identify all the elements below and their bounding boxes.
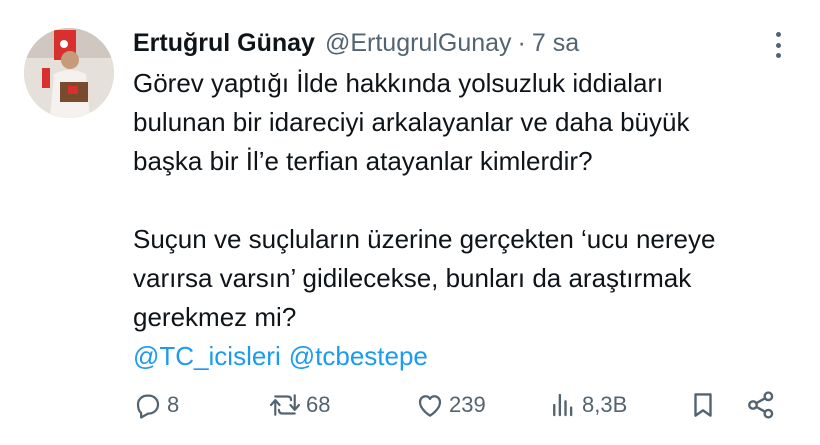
action-bar: 8 68 239 8,3B [133,385,793,425]
tweet-line: Suçun ve suçluların üzerine gerçekten ‘u… [133,224,716,254]
mention-link[interactable]: @TC_icisleri [133,341,281,371]
heart-icon [418,395,442,417]
avatar-photo [24,28,114,118]
tweet-line: Görev yaptığı İlde hakkında yolsuzluk id… [133,68,664,98]
tweet-line: gerekmez mi? [133,302,297,332]
tweet-line: başka bir İl’e terfian atayanlar kimlerd… [133,146,593,176]
avatar[interactable] [24,28,114,118]
tweet-header: Ertuğrul Günay @ErtugrulGunay · 7 sa [133,25,579,61]
views-button[interactable]: 8,3B [548,385,627,425]
author-handle[interactable]: @ErtugrulGunay [325,29,512,58]
separator-dot: · [517,28,526,57]
more-vertical-icon[interactable] [768,28,788,62]
mention-link[interactable]: @tcbestepe [289,341,428,371]
mentions: @TC_icisleri @tcbestepe [133,337,803,376]
tweet-line: varırsa varsın’ gidilecekse, bunları da … [133,263,692,293]
bookmark-button[interactable] [688,385,718,425]
share-button[interactable] [745,385,777,425]
reply-icon [136,394,160,419]
like-count: 239 [449,392,486,417]
tweet-time[interactable]: 7 sa [532,29,579,58]
retweet-count: 68 [306,392,331,417]
views-icon [553,393,573,417]
tweet-text: Görev yaptığı İlde hakkında yolsuzluk id… [133,64,803,376]
bookmark-icon [694,393,712,417]
author-name[interactable]: Ertuğrul Günay [133,29,315,58]
views-count: 8,3B [582,392,628,417]
tweet: Ertuğrul Günay @ErtugrulGunay · 7 sa Gör… [0,0,820,445]
like-button[interactable]: 239 [415,385,486,425]
reply-button[interactable]: 8 [133,385,179,425]
share-icon [748,391,774,419]
reply-count: 8 [167,392,180,417]
retweet-icon [269,394,301,416]
retweet-button[interactable]: 68 [268,385,330,425]
tweet-line: bulunan bir idareciyi arkalayanlar ve da… [133,107,690,137]
